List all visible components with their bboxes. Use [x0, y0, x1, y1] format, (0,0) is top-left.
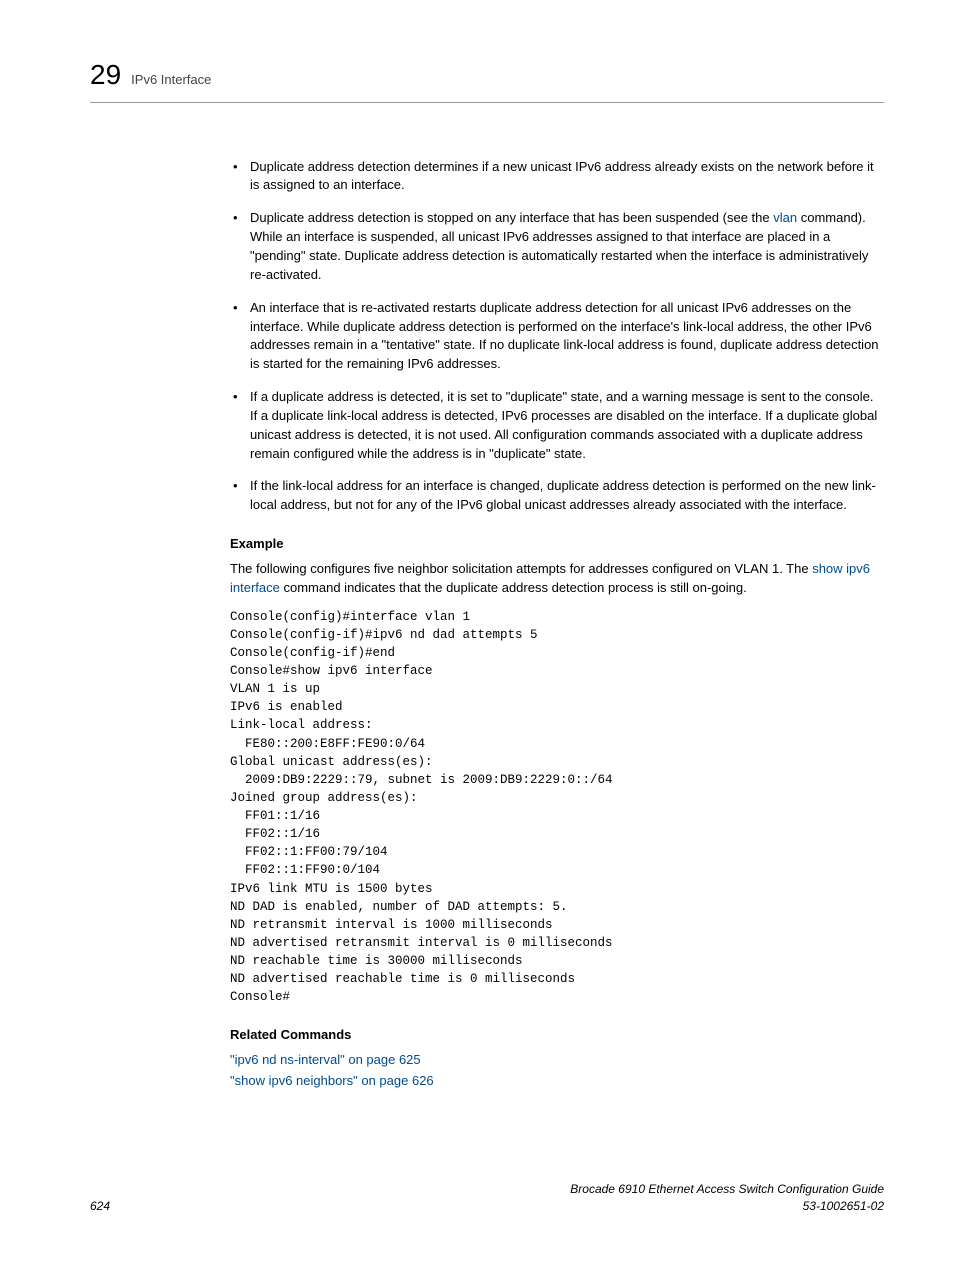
- page-number: 624: [90, 1198, 110, 1215]
- example-heading: Example: [230, 535, 884, 554]
- list-item: An interface that is re-activated restar…: [230, 299, 884, 374]
- list-item: Duplicate address detection determines i…: [230, 158, 884, 196]
- list-item: If a duplicate address is detected, it i…: [230, 388, 884, 463]
- section-title: IPv6 Interface: [131, 71, 211, 90]
- bullet-list: Duplicate address detection determines i…: [230, 158, 884, 516]
- bullet-text: If a duplicate address is detected, it i…: [250, 389, 877, 461]
- related-link-1[interactable]: "ipv6 nd ns-interval" on page 625: [230, 1052, 421, 1067]
- related-heading: Related Commands: [230, 1026, 884, 1045]
- list-item: Duplicate address detection is stopped o…: [230, 209, 884, 284]
- doc-title: Brocade 6910 Ethernet Access Switch Conf…: [570, 1181, 884, 1198]
- intro-pre: The following configures five neighbor s…: [230, 561, 812, 576]
- intro-post: command indicates that the duplicate add…: [280, 580, 747, 595]
- related-link-2[interactable]: "show ipv6 neighbors" on page 626: [230, 1073, 434, 1088]
- page-footer: 624 Brocade 6910 Ethernet Access Switch …: [90, 1181, 884, 1216]
- page-header: 29 IPv6 Interface: [90, 55, 884, 103]
- related-commands: "ipv6 nd ns-interval" on page 625 "show …: [230, 1051, 884, 1091]
- bullet-text-pre: Duplicate address detection is stopped o…: [250, 210, 773, 225]
- bullet-text: Duplicate address detection determines i…: [250, 159, 874, 193]
- chapter-number: 29: [90, 55, 121, 96]
- main-content: Duplicate address detection determines i…: [230, 158, 884, 1091]
- example-intro: The following configures five neighbor s…: [230, 560, 884, 598]
- bullet-text: An interface that is re-activated restar…: [250, 300, 879, 372]
- doc-number: 53-1002651-02: [570, 1198, 884, 1215]
- list-item: If the link-local address for an interfa…: [230, 477, 884, 515]
- code-example: Console(config)#interface vlan 1 Console…: [230, 608, 884, 1007]
- bullet-text: If the link-local address for an interfa…: [250, 478, 876, 512]
- vlan-link[interactable]: vlan: [773, 210, 797, 225]
